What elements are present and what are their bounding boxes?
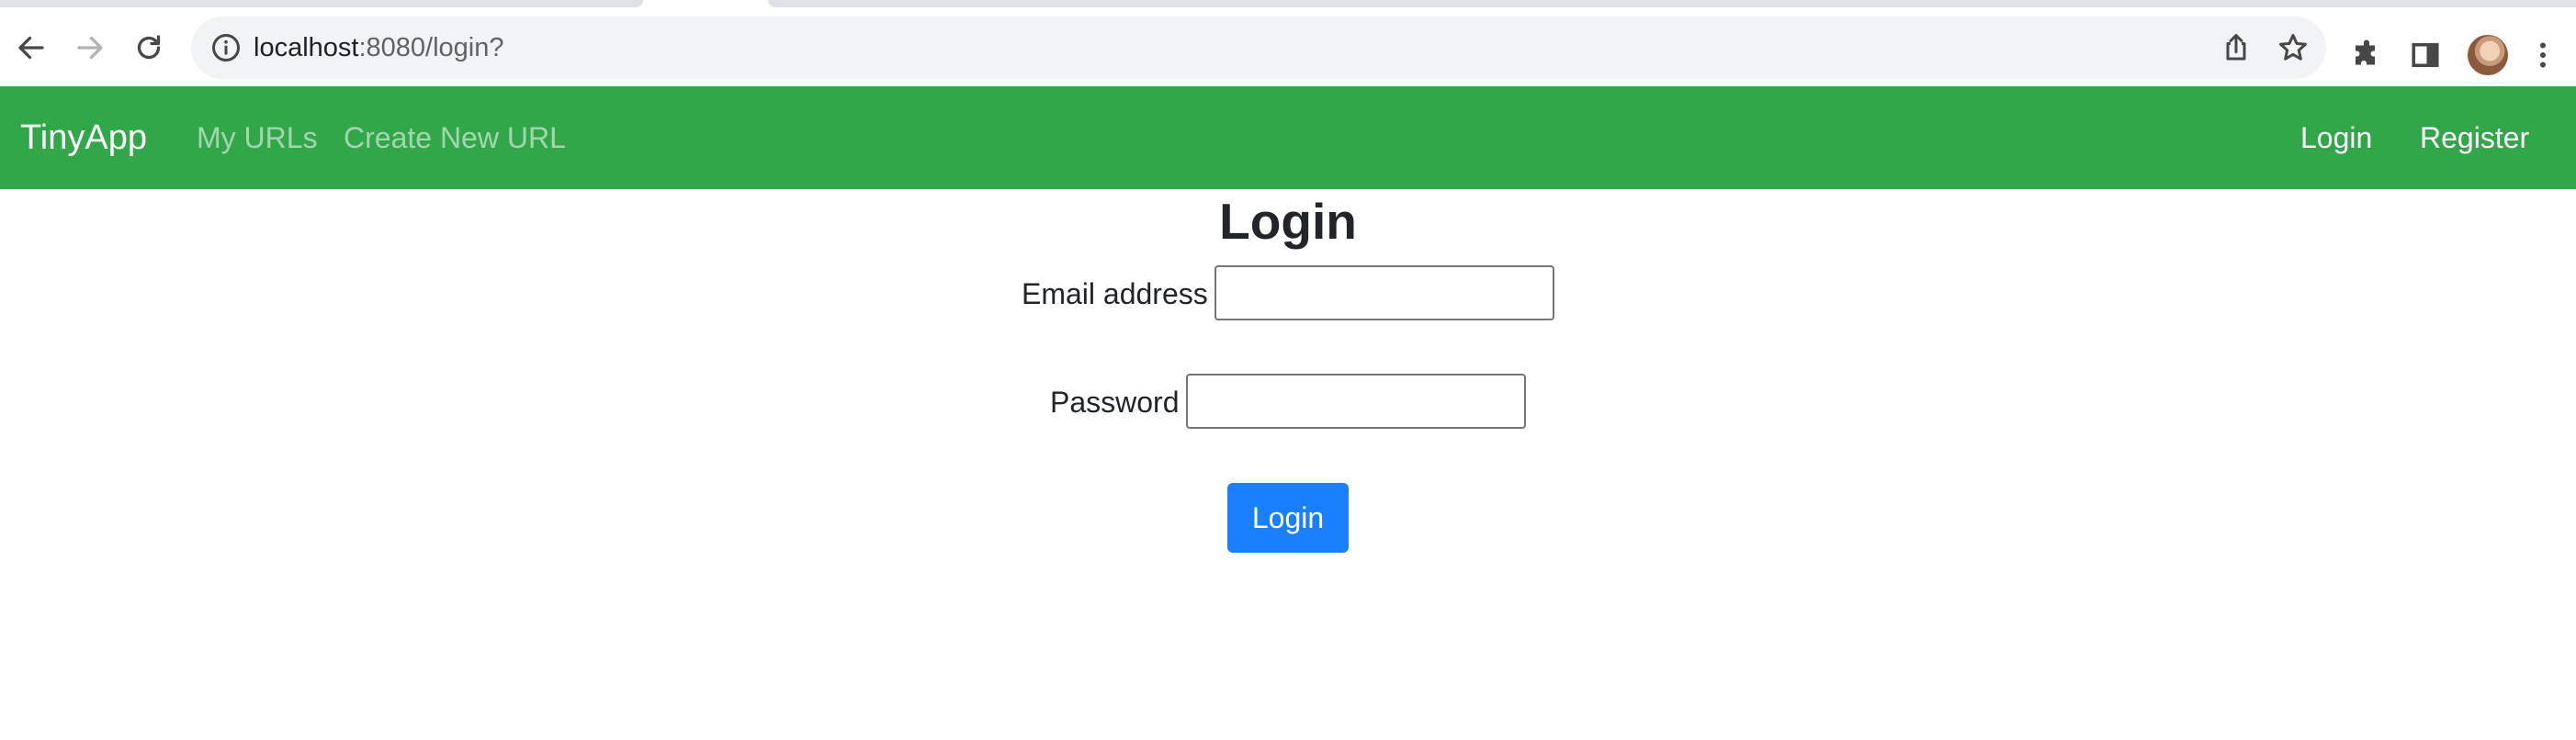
nav-link-my-urls[interactable]: My URLs: [197, 86, 318, 189]
password-field[interactable]: [1186, 374, 1526, 429]
url-path: :8080/login?: [358, 33, 504, 62]
info-icon[interactable]: [209, 31, 243, 64]
password-label: Password: [1050, 386, 1180, 419]
inactive-tab[interactable]: [0, 0, 643, 7]
star-icon[interactable]: [2277, 31, 2310, 64]
extensions-icon[interactable]: [2348, 37, 2385, 73]
nav-link-create-new-url[interactable]: Create New URL: [344, 86, 566, 189]
login-button[interactable]: Login: [1227, 483, 1349, 553]
profile-avatar[interactable]: [2468, 35, 2508, 75]
back-arrow-icon[interactable]: [11, 28, 51, 68]
reload-icon[interactable]: [129, 28, 169, 68]
share-icon[interactable]: [2220, 31, 2253, 64]
url-host: localhost: [254, 33, 359, 62]
page-title: Login: [1219, 193, 1357, 250]
kebab-menu-icon[interactable]: [2525, 37, 2561, 73]
nav-link-register[interactable]: Register: [2420, 86, 2529, 189]
email-field[interactable]: [1215, 265, 1554, 320]
tab-strip: [0, 0, 2576, 9]
url-text: localhost:8080/login?: [254, 17, 504, 79]
brand-link[interactable]: TinyApp: [20, 86, 147, 189]
nav-link-login[interactable]: Login: [2300, 86, 2372, 189]
browser-toolbar: localhost:8080/login?: [0, 9, 2576, 86]
inactive-tab[interactable]: [768, 0, 2576, 7]
forward-arrow-icon[interactable]: [70, 28, 110, 68]
side-panel-icon[interactable]: [2407, 37, 2444, 73]
email-label: Email address: [1022, 277, 1208, 310]
address-bar[interactable]: localhost:8080/login?: [191, 17, 2326, 79]
app-navbar: TinyApp My URLs Create New URL Login Reg…: [0, 86, 2576, 189]
